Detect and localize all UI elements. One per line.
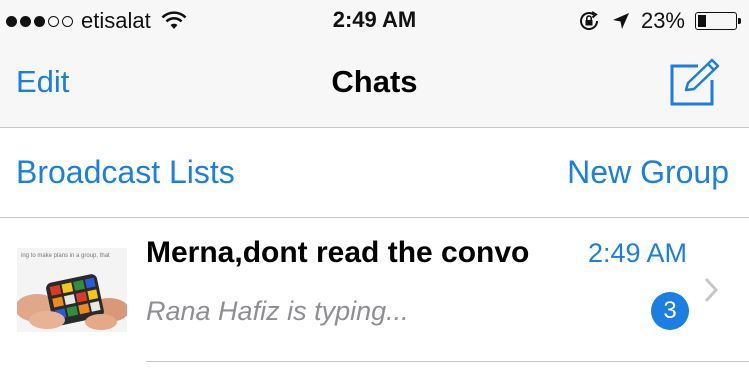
chevron-right-icon xyxy=(704,277,719,303)
battery-icon xyxy=(695,12,741,30)
avatar-image: ing to make plans in a group, that xyxy=(17,248,127,332)
status-bar-right: 23% xyxy=(577,8,741,34)
location-arrow-icon xyxy=(612,13,629,29)
avatar: ing to make plans in a group, that xyxy=(17,248,127,332)
orientation-lock-icon xyxy=(579,11,598,30)
compose-icon[interactable] xyxy=(668,58,724,106)
avatar-caption: ing to make plans in a group, that xyxy=(21,253,110,259)
battery-percent: 23% xyxy=(640,8,685,33)
page-title: Chats xyxy=(331,64,418,99)
chat-name: Merna,dont read the convo xyxy=(146,236,530,269)
unread-badge: 3 xyxy=(651,292,689,330)
status-bar: etisalat 2:49 AM 23% xyxy=(0,0,749,40)
broadcast-lists-button[interactable]: Broadcast Lists xyxy=(16,154,235,191)
chat-timestamp: 2:49 AM xyxy=(587,238,687,268)
row-divider xyxy=(146,361,749,362)
chat-preview: Rana Hafiz is typing... xyxy=(146,296,409,326)
new-group-button[interactable]: New Group xyxy=(567,154,729,191)
